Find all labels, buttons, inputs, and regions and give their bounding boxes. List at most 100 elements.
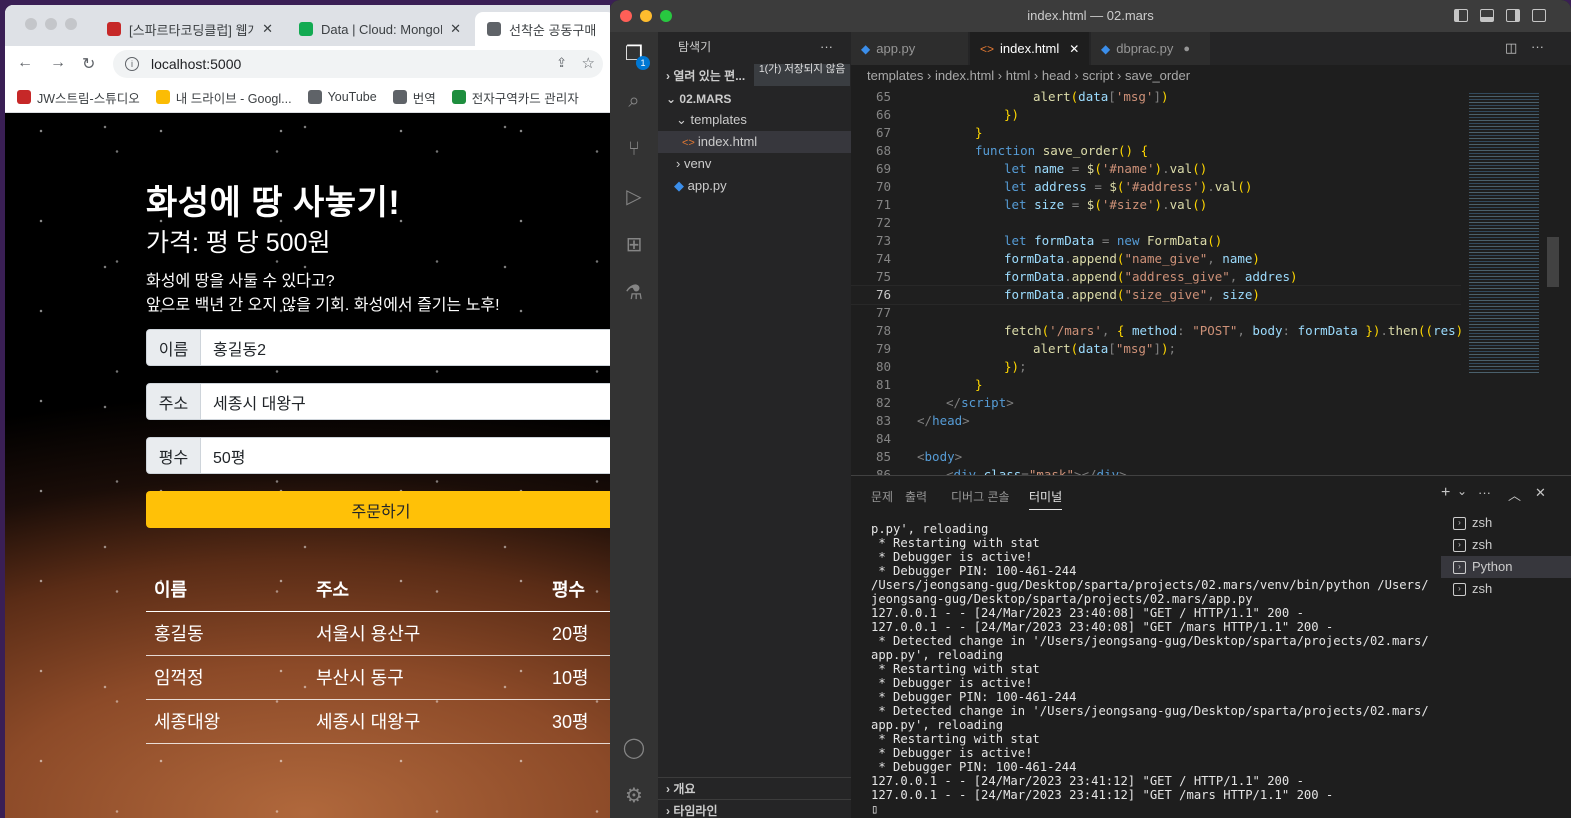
window-close-dot[interactable] — [25, 18, 37, 30]
tab-close-icon[interactable]: ✕ — [450, 21, 461, 37]
breadcrumb-item[interactable]: script — [1082, 68, 1113, 83]
project-folder[interactable]: ⌄ 02.MARS — [658, 88, 851, 110]
window-zoom-dot[interactable] — [65, 18, 77, 30]
terminal-list-item[interactable]: › zsh — [1441, 534, 1571, 556]
code-token: . — [1162, 197, 1170, 212]
breadcrumb-item[interactable]: templates — [867, 68, 923, 83]
terminal-line: * Detected change in '/Users/jeongsang-g… — [871, 704, 1429, 732]
account-icon[interactable]: ◯ — [622, 736, 646, 760]
run-debug-icon[interactable]: ▷ — [622, 185, 646, 209]
name-input[interactable] — [201, 330, 610, 365]
terminal-dropdown-icon[interactable]: ⌄ — [1457, 484, 1467, 498]
panel-tab[interactable]: 문제 — [871, 488, 893, 505]
outline-section[interactable]: › 개요 — [658, 777, 851, 799]
reload-icon[interactable]: ↻ — [82, 54, 95, 74]
panel-tab[interactable]: 디버그 콘솔 — [951, 488, 1010, 505]
bookmark-favicon-icon — [307, 90, 322, 104]
tree-item-app-py[interactable]: ◆ app.py — [658, 175, 851, 197]
bookmark-star-icon[interactable]: ☆ — [582, 54, 595, 72]
extensions-icon[interactable]: ⊞ — [622, 233, 646, 257]
breadcrumb-item[interactable]: save_order — [1125, 68, 1190, 83]
code-token: , — [1207, 287, 1223, 302]
breadcrumb-item[interactable]: index.html — [935, 68, 994, 83]
code-token: name — [1222, 251, 1253, 266]
forward-icon[interactable]: → — [50, 54, 66, 72]
terminal-list-item[interactable]: › zsh — [1441, 512, 1571, 534]
browser-tab-1[interactable]: [스파르타코딩클럽] 웹개발 ✕ — [95, 12, 285, 46]
tab-app-py[interactable]: ◆ app.py — [851, 32, 969, 65]
split-editor-icon[interactable]: ◫ — [1505, 40, 1517, 56]
maximize-panel-icon[interactable]: ︿ — [1508, 485, 1521, 504]
code-token: > — [954, 449, 963, 464]
back-icon[interactable]: ← — [17, 54, 33, 72]
breadcrumb-item[interactable]: html — [1006, 68, 1031, 83]
favicon-icon — [299, 22, 313, 36]
code-token: body — [1252, 323, 1283, 338]
python-icon: ◆ — [861, 41, 871, 56]
tab-label: index.html — [1000, 41, 1060, 56]
toggle-secondary-sidebar-icon[interactable] — [1506, 9, 1520, 22]
tab-close-icon[interactable]: ✕ — [262, 21, 273, 37]
window-minimize-dot[interactable] — [45, 18, 57, 30]
panel-tab[interactable]: 출력 — [905, 488, 927, 505]
bookmark-item[interactable]: 번역 — [392, 88, 436, 107]
tree-item-index-html[interactable]: <> index.html — [658, 131, 851, 153]
bookmark-item[interactable]: JW스트림-스튜디오 — [17, 88, 140, 107]
explorer-more-icon[interactable]: ··· — [820, 36, 840, 58]
editor-more-icon[interactable]: ··· — [1531, 39, 1544, 54]
line-number: 77 — [875, 305, 891, 320]
share-icon[interactable]: ⇪ — [556, 55, 567, 71]
tab-index-html[interactable]: <> index.html ✕ — [970, 32, 1090, 65]
settings-gear-icon[interactable]: ⚙ — [622, 784, 646, 808]
bookmark-item[interactable]: 전자구역카드 관리자 — [451, 88, 579, 107]
testing-icon[interactable]: ⚗ — [622, 281, 646, 305]
code-token: > — [1006, 395, 1014, 410]
code-text: let name = $('#name').val() — [1004, 160, 1207, 178]
code-line: 80}); — [851, 358, 1461, 376]
size-input[interactable] — [201, 438, 610, 473]
code-editor[interactable]: 65 alert(data['msg']) 66}) 67} 68 function sa… — [851, 87, 1461, 475]
breadcrumb-item[interactable]: head — [1042, 68, 1071, 83]
table-cell: 서울시 용산구 — [308, 611, 544, 656]
browser-tab-2[interactable]: Data | Cloud: MongoDB ✕ — [287, 12, 473, 46]
toggle-panel-icon[interactable] — [1480, 9, 1494, 22]
bookmark-favicon-icon — [392, 90, 407, 104]
source-control-icon[interactable]: ⑂ — [622, 137, 646, 161]
bookmark-item[interactable]: YouTube — [307, 90, 377, 104]
code-token: '/mars' — [1049, 323, 1102, 338]
code-token: size — [1034, 197, 1065, 212]
tab-close-icon[interactable]: ✕ — [1069, 42, 1079, 56]
code-token: "size_give" — [1124, 287, 1208, 302]
bookmark-item[interactable]: 내 드라이브 - Googl... — [155, 88, 292, 107]
address-input[interactable] — [201, 384, 610, 419]
column-header-size: 평수 — [544, 568, 610, 612]
new-terminal-icon[interactable]: + — [1441, 484, 1450, 502]
tab-dbprac-py[interactable]: ◆ dbprac.py ● — [1091, 32, 1211, 65]
timeline-section[interactable]: › 타임라인 — [658, 799, 851, 818]
site-info-icon[interactable]: i — [125, 57, 139, 71]
minimap[interactable] — [1461, 87, 1571, 475]
close-panel-icon[interactable]: ✕ — [1535, 485, 1546, 501]
panel-tab[interactable]: 터미널 — [1029, 488, 1063, 510]
line-number: 66 — [875, 107, 891, 122]
customize-layout-icon[interactable] — [1532, 9, 1546, 22]
terminal-list-item[interactable]: › Python — [1441, 556, 1571, 578]
tree-item-venv[interactable]: › venv — [658, 153, 851, 175]
order-button[interactable]: 주문하기 — [146, 491, 610, 528]
code-token: ></ — [1073, 467, 1097, 475]
code-token: append — [1071, 269, 1117, 284]
tree-item-label: templates — [690, 112, 747, 127]
terminal-list-item[interactable]: › zsh — [1441, 578, 1571, 600]
scrollbar-thumb[interactable] — [1547, 237, 1559, 287]
terminal-output[interactable]: p.py', reloading * Restarting with stat … — [871, 522, 1431, 816]
tree-item-templates[interactable]: ⌄ templates — [658, 109, 851, 131]
explorer-badge: 1 — [636, 56, 650, 70]
unsaved-dot-icon[interactable]: ● — [1183, 43, 1190, 55]
search-icon[interactable]: ⌕ — [622, 89, 646, 113]
toggle-sidebar-icon[interactable] — [1454, 9, 1468, 22]
panel-more-icon[interactable]: ··· — [1478, 485, 1491, 500]
address-bar[interactable]: i localhost:5000 ⇪ ☆ — [113, 50, 603, 78]
browser-tab-3[interactable]: 선착순 공동구매 — [475, 12, 610, 46]
code-line: 82 </script> — [851, 394, 1461, 412]
terminal-line: * Debugger is active! — [871, 746, 1033, 760]
